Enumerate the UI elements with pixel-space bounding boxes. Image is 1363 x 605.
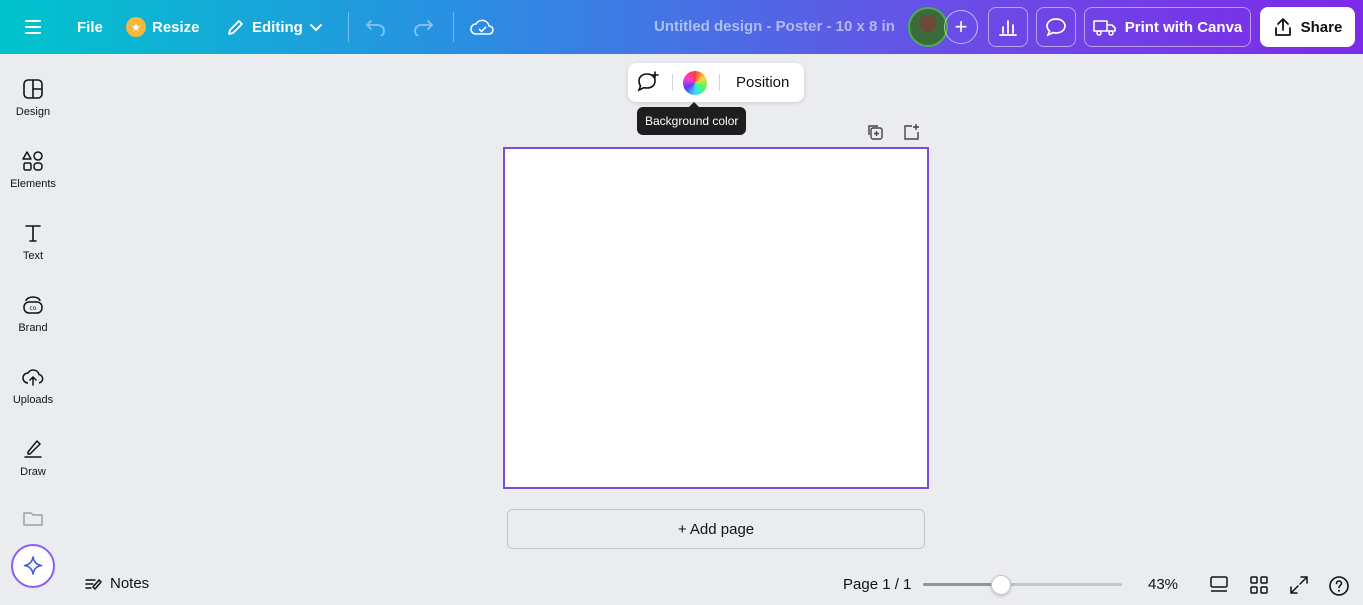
design-canvas-page[interactable] (503, 147, 929, 489)
position-button[interactable]: Position (736, 74, 789, 91)
avatar[interactable] (908, 7, 948, 47)
redo-button[interactable] (412, 9, 434, 45)
hamburger-menu-button[interactable] (20, 9, 46, 45)
sidebar-item-draw[interactable]: Draw (0, 438, 66, 478)
comments-button[interactable] (1036, 7, 1076, 47)
page-indicator[interactable]: Page 1 / 1 (843, 576, 911, 593)
menu-icon (25, 20, 41, 34)
top-bar: File ★ Resize Editing Untitled design - … (0, 0, 1363, 54)
fullscreen-button[interactable] (1289, 575, 1309, 600)
zoom-slider-fill (923, 583, 1001, 586)
document-title[interactable]: Untitled design - Poster - 10 x 8 in (654, 18, 895, 35)
toolbar-divider (719, 74, 720, 91)
notes-icon (85, 578, 102, 590)
left-sidebar: Design Elements Text co Brand Uploads Dr… (0, 54, 66, 605)
duplicate-icon (868, 125, 883, 140)
zoom-slider-thumb[interactable] (990, 575, 1011, 595)
brand-icon: co (23, 296, 43, 314)
comment-plus-icon (637, 71, 659, 92)
upload-share-icon (1274, 18, 1291, 36)
sidebar-item-brand[interactable]: co Brand (0, 294, 66, 334)
undo-button[interactable] (365, 9, 387, 45)
pencil-icon (228, 20, 243, 35)
chevron-down-icon (309, 24, 322, 32)
share-button[interactable]: Share (1260, 7, 1355, 47)
undo-icon (365, 20, 385, 36)
cloud-upload-icon (22, 369, 44, 386)
zoom-level[interactable]: 43% (1148, 576, 1178, 593)
resize-button[interactable]: ★ Resize (126, 9, 200, 45)
bar-chart-icon (999, 20, 1017, 36)
sidebar-item-elements[interactable]: Elements (0, 150, 66, 190)
toolbar-divider (453, 12, 454, 42)
duplicate-page-button[interactable] (866, 123, 884, 146)
editing-mode-button[interactable]: Editing (226, 9, 323, 45)
help-button[interactable] (1328, 575, 1350, 602)
cloud-check-icon (470, 19, 494, 35)
sidebar-item-uploads[interactable]: Uploads (0, 366, 66, 406)
add-page-button[interactable]: + Add page (507, 509, 925, 549)
sidebar-item-text[interactable]: Text (0, 222, 66, 262)
text-icon (25, 225, 41, 242)
crown-icon: ★ (126, 17, 146, 37)
grid-view-button[interactable] (1249, 575, 1269, 600)
page-layout-icon (1210, 576, 1228, 592)
folder-icon (23, 512, 43, 526)
save-status-button[interactable] (470, 9, 494, 45)
draw-icon (24, 440, 42, 458)
comment-icon (1046, 18, 1066, 37)
design-icon (23, 79, 43, 99)
toolbar-divider (348, 12, 349, 42)
svg-text:co: co (30, 305, 37, 312)
floating-page-toolbar: Position (628, 63, 804, 102)
grid-icon (1250, 576, 1268, 594)
magic-assistant-button[interactable] (11, 544, 55, 588)
background-color-tooltip: Background color (637, 102, 747, 135)
elements-icon (22, 151, 43, 171)
file-menu-button[interactable]: File (77, 9, 103, 45)
expand-icon (1290, 576, 1308, 594)
toolbar-divider (672, 74, 673, 91)
background-color-button[interactable] (683, 71, 707, 95)
add-comment-button[interactable] (636, 71, 660, 98)
sparkle-icon (23, 556, 43, 575)
add-page-icon-button[interactable] (902, 123, 920, 146)
sidebar-item-projects[interactable] (0, 510, 66, 526)
redo-icon (414, 20, 434, 36)
pages-view-button[interactable] (1209, 575, 1229, 600)
zoom-slider-track[interactable] (923, 583, 1122, 586)
add-collaborator-button[interactable]: + (944, 10, 978, 44)
sidebar-item-design[interactable]: Design (0, 78, 66, 118)
plus-icon: + (954, 14, 968, 39)
truck-icon (1092, 20, 1116, 36)
print-with-canva-button[interactable]: Print with Canva (1084, 7, 1251, 47)
analytics-button[interactable] (988, 7, 1028, 47)
add-page-icon (904, 124, 919, 140)
notes-button[interactable]: Notes (84, 575, 149, 592)
help-icon (1329, 576, 1349, 596)
